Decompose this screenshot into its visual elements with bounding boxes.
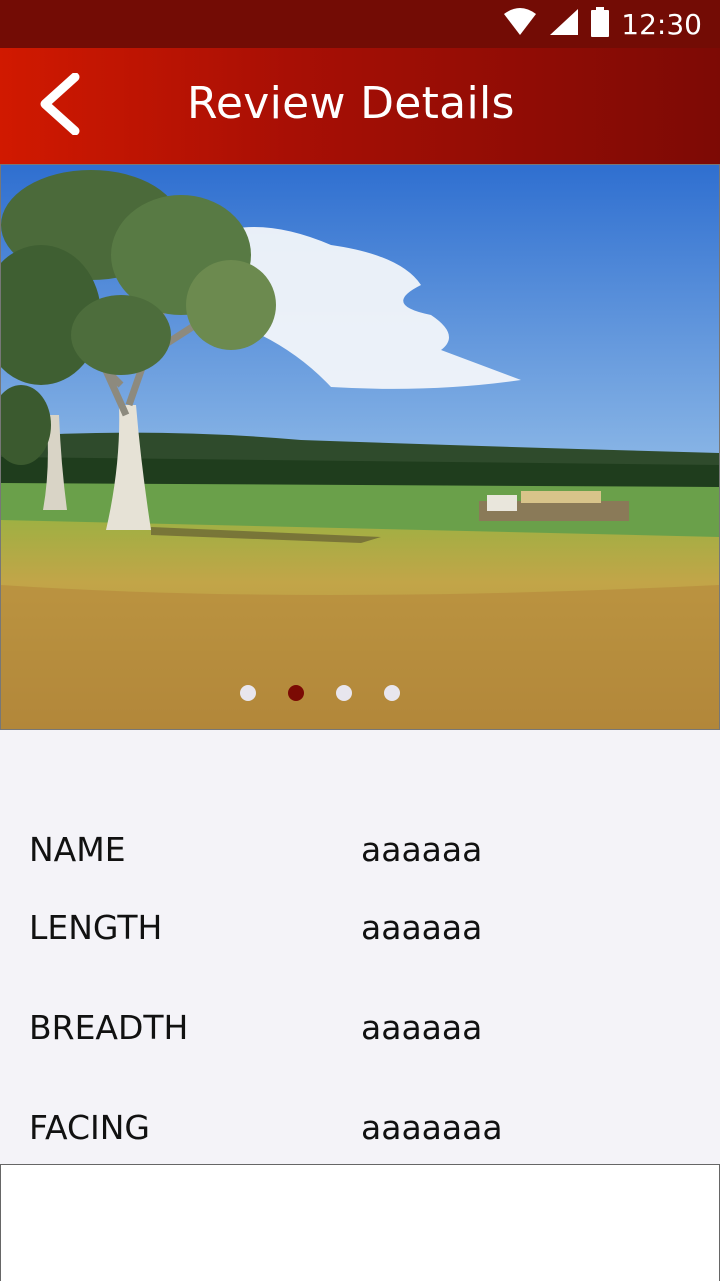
status-time: 12:30 <box>621 7 702 41</box>
landscape-photo <box>1 165 719 729</box>
carousel-indicators <box>1 685 719 701</box>
back-button[interactable] <box>28 72 88 136</box>
wifi-icon <box>503 7 537 41</box>
detail-label: NAME <box>29 830 126 869</box>
detail-row-facing: FACING aaaaaaa <box>0 1108 720 1158</box>
detail-value: aaaaaaa <box>361 1108 503 1147</box>
chevron-left-icon <box>35 72 81 140</box>
detail-row-length: LENGTH aaaaaa <box>0 908 720 958</box>
detail-label: FACING <box>29 1108 150 1147</box>
app-bar: Review Details <box>0 48 720 164</box>
detail-label: BREADTH <box>29 1008 189 1047</box>
bottom-panel <box>0 1164 720 1281</box>
carousel-dot-2-active[interactable] <box>288 685 304 701</box>
detail-row-name: NAME aaaaaa <box>0 830 720 880</box>
detail-row-breadth: BREADTH aaaaaa <box>0 1008 720 1058</box>
carousel-dot-1[interactable] <box>240 685 256 701</box>
detail-value: aaaaaa <box>361 908 483 947</box>
status-icons: 12:30 <box>503 0 702 48</box>
image-carousel[interactable] <box>0 164 720 730</box>
detail-label: LENGTH <box>29 908 163 947</box>
battery-icon <box>591 6 610 42</box>
page-title: Review Details <box>187 78 515 129</box>
detail-value: aaaaaa <box>361 830 483 869</box>
signal-icon <box>549 8 579 41</box>
details-section: NAME aaaaaa LENGTH aaaaaa BREADTH aaaaaa… <box>0 730 720 1164</box>
carousel-dot-4[interactable] <box>384 685 400 701</box>
status-bar: 12:30 <box>0 0 720 48</box>
detail-value: aaaaaa <box>361 1008 483 1047</box>
carousel-dot-3[interactable] <box>336 685 352 701</box>
